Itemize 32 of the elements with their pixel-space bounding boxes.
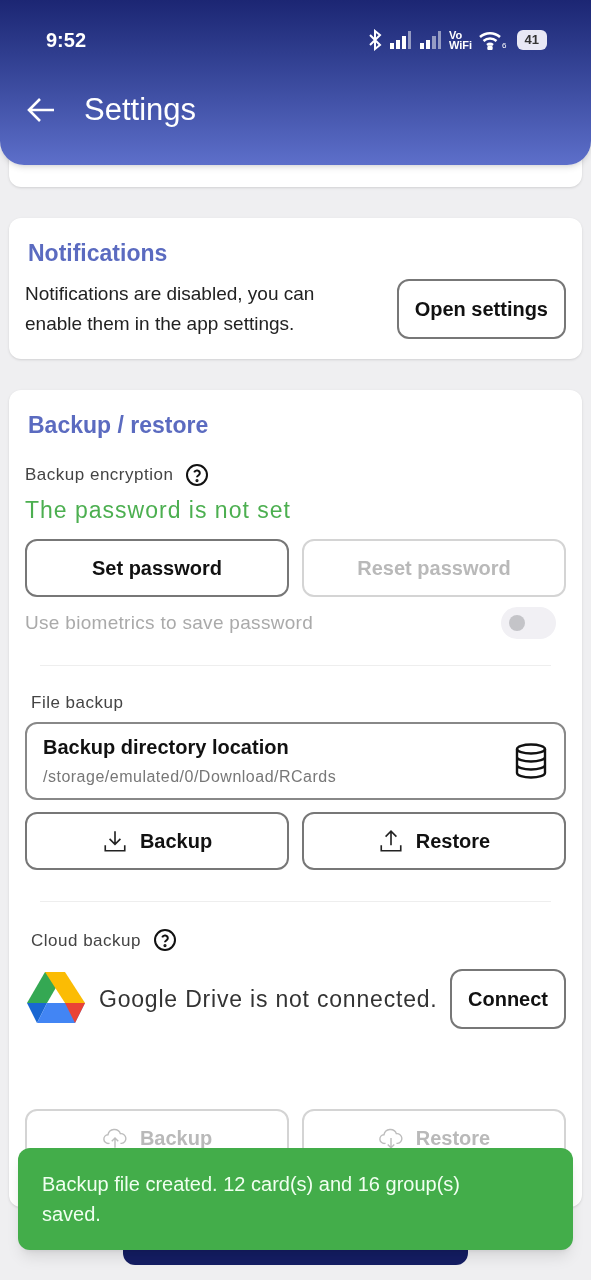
status-time: 9:52: [46, 28, 87, 53]
open-settings-button[interactable]: Open settings: [396, 278, 566, 339]
screen-title: Settings: [84, 91, 196, 129]
field-label: File backup: [30, 692, 125, 714]
signal-icon: [388, 30, 413, 50]
outline-button[interactable]: Restore: [302, 811, 566, 870]
drive-logo-icon: [25, 972, 85, 1026]
outline-button[interactable]: Set password: [25, 539, 289, 597]
section-title: Notifications: [27, 239, 169, 268]
section-title: Backup / restore: [27, 410, 210, 440]
drive-status: Google Drive is not connected.: [99, 984, 438, 1014]
vo-label: Vo: [448, 30, 464, 40]
field-label: Backup encryption: [25, 464, 174, 486]
bluetooth-icon: [366, 29, 383, 51]
battery-level: 41: [516, 30, 547, 50]
wifi-label: WiFi: [448, 40, 473, 50]
biometrics-label: Use biometrics to save password: [25, 610, 314, 635]
outline-button[interactable]: Backup: [25, 811, 289, 870]
password-status: The password is not set: [25, 495, 292, 525]
wifi-icon: [478, 30, 503, 50]
location-title: Backup directory location: [43, 735, 290, 760]
notifications-message: Notifications are disabled, you can enable them in the app settings.: [25, 281, 316, 336]
signal-icon: [418, 30, 443, 50]
location-path: /storage/emulated/0/Download/RCards: [43, 767, 337, 787]
field-label: Cloud backup: [31, 929, 141, 952]
connect-button[interactable]: Connect: [450, 969, 566, 1029]
location-field[interactable]: Backup directory location /storage/emulated/0/Download/RCards: [25, 721, 566, 800]
help-icon[interactable]: [152, 928, 177, 953]
help-icon[interactable]: [185, 462, 210, 487]
wifi-generation: 6: [502, 40, 507, 52]
database-icon: [514, 742, 548, 779]
snackbar-message: Backup file created. 12 card(s) and 16 group(s) saved.: [42, 1172, 461, 1227]
